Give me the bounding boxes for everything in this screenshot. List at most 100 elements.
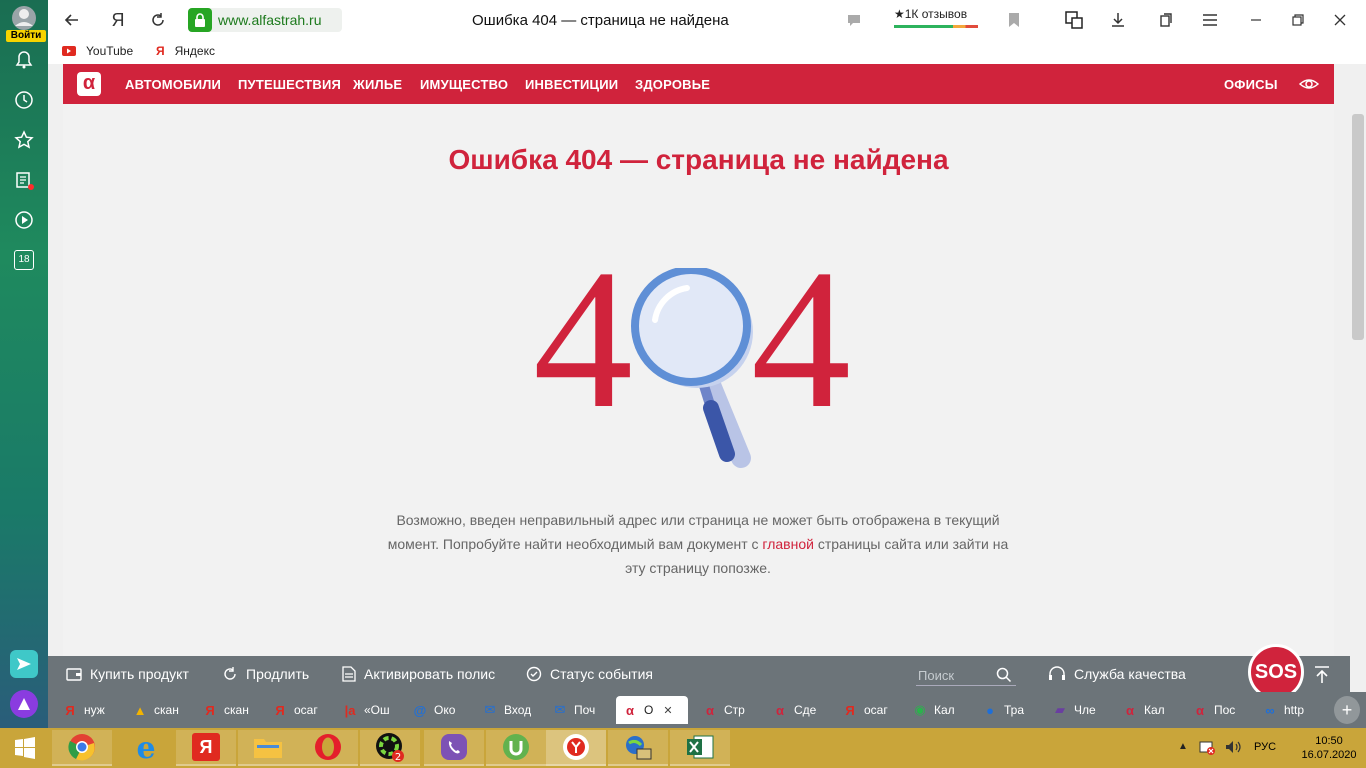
volume-icon[interactable] <box>1224 738 1242 761</box>
browser-tab[interactable]: Яосаг <box>836 696 898 724</box>
send-icon[interactable] <box>10 650 38 678</box>
bell-icon[interactable] <box>12 48 36 72</box>
excel-icon[interactable] <box>670 730 730 766</box>
login-button[interactable]: Войти <box>3 4 46 42</box>
tab-favicon-icon: @ <box>413 702 427 718</box>
nav-item-property[interactable]: ИМУЩЕСТВО <box>420 77 508 92</box>
magnifier-icon <box>631 268 753 468</box>
home-link[interactable]: главной <box>762 536 814 552</box>
browser-tab[interactable]: α Пос <box>1186 696 1248 724</box>
tab-favicon-icon: Я <box>275 702 285 718</box>
lock-icon[interactable] <box>188 8 212 32</box>
alfa-logo[interactable]: α <box>77 72 101 96</box>
calendar-icon[interactable]: 18 <box>12 248 36 272</box>
utorrent-icon[interactable] <box>486 730 546 766</box>
comment-icon[interactable] <box>842 8 866 32</box>
browser-tab[interactable]: α Сде <box>766 696 828 724</box>
error-title: Ошибка 404 — страница не найдена <box>448 144 949 175</box>
star-icon[interactable] <box>12 128 36 152</box>
error-description: Возможно, введен неправильный адрес или … <box>387 512 1009 576</box>
back-icon[interactable] <box>60 8 84 32</box>
search-input[interactable]: Поиск <box>916 664 1016 686</box>
clock[interactable]: 10:50 16.07.2020 <box>1296 734 1362 762</box>
reload-icon[interactable] <box>146 8 170 32</box>
chrome-icon[interactable] <box>52 730 112 766</box>
tab-close-icon[interactable]: ✕ <box>663 704 672 717</box>
browser-tab[interactable]: Януж <box>56 696 118 724</box>
tab-favicon-icon: Я <box>205 702 215 718</box>
renew-button[interactable]: Продлить <box>222 666 309 682</box>
bookmark-icon[interactable] <box>1002 8 1026 32</box>
restore-icon[interactable] <box>1286 8 1310 32</box>
youtube-icon <box>62 46 76 56</box>
browser-tab[interactable]: ✉ Поч <box>546 696 608 724</box>
windows-start-icon[interactable] <box>0 730 50 766</box>
viber-icon[interactable] <box>424 730 484 766</box>
bookmark-yandex[interactable]: Я Яндекс <box>156 44 215 58</box>
browser-tab[interactable]: ● Тра <box>976 696 1038 724</box>
bookmark-youtube[interactable]: YouTube <box>62 44 133 58</box>
address-bar[interactable]: www.alfastrah.ru <box>188 8 342 32</box>
yandex-icon[interactable]: Я <box>106 8 130 32</box>
login-label: Войти <box>6 30 46 42</box>
language-indicator[interactable]: РУС <box>1254 741 1276 753</box>
browser-sidebar: Войти 18 <box>0 0 48 728</box>
browser-tab[interactable]: ▲ скан <box>126 696 188 724</box>
browser-tab[interactable]: ∞ http <box>1256 696 1318 724</box>
scroll-top-icon[interactable] <box>1314 666 1330 689</box>
icq-icon[interactable]: 2 <box>360 730 420 766</box>
browser-tab[interactable]: α Стр <box>696 696 758 724</box>
tab-label: «Ош <box>364 703 390 717</box>
network-tray-icon[interactable] <box>1198 738 1216 761</box>
tab-label: Кал <box>1144 703 1165 717</box>
browser-tab[interactable]: |a «Ош <box>336 696 398 724</box>
yandex-browser-icon[interactable]: Я <box>176 730 236 766</box>
history-icon[interactable] <box>12 88 36 112</box>
new-tab-button[interactable]: + <box>1334 696 1360 724</box>
browser-tab-active[interactable]: α О ✕ <box>616 696 688 724</box>
eye-icon[interactable] <box>1298 75 1320 98</box>
file-explorer-icon[interactable] <box>238 730 298 766</box>
svg-text:2: 2 <box>395 752 401 762</box>
news-icon[interactable] <box>12 168 36 192</box>
activate-policy-button[interactable]: Активировать полис <box>342 666 495 682</box>
nav-item-housing[interactable]: ЖИЛЬЕ <box>353 77 402 92</box>
tab-label: нуж <box>84 703 105 717</box>
browser-tab[interactable]: ▰ Чле <box>1046 696 1108 724</box>
nav-item-investments[interactable]: ИНВЕСТИЦИИ <box>525 77 618 92</box>
nav-item-travel[interactable]: ПУТЕШЕСТВИЯ <box>238 77 341 92</box>
browser-tab[interactable]: ✉ Вход <box>476 696 538 724</box>
rating-bar <box>894 25 978 28</box>
document-icon <box>342 666 356 682</box>
error-404-illustration: 4 4 <box>533 240 873 474</box>
browser-tab[interactable]: Яскан <box>196 696 258 724</box>
tab-label: Око <box>434 703 456 717</box>
minimize-icon[interactable] <box>1244 8 1268 32</box>
download-icon[interactable] <box>1106 8 1130 32</box>
nav-item-health[interactable]: ЗДОРОВЬЕ <box>635 77 710 92</box>
internet-explorer-icon[interactable]: e <box>116 730 176 766</box>
opera-icon[interactable] <box>298 730 358 766</box>
browser-tab[interactable]: ◉ Кал <box>906 696 968 724</box>
event-status-button[interactable]: Статус события <box>526 666 653 682</box>
yandex-browser-active-icon[interactable] <box>546 730 606 766</box>
check-circle-icon <box>526 666 542 682</box>
scrollbar-thumb[interactable] <box>1352 114 1364 340</box>
search-icon[interactable] <box>996 667 1012 683</box>
browser-tab[interactable]: Яосаг <box>266 696 328 724</box>
play-icon[interactable] <box>12 208 36 232</box>
quality-service-button[interactable]: Служба качества <box>1048 666 1186 682</box>
browser-tab[interactable]: @ Око <box>406 696 468 724</box>
collections-icon[interactable] <box>1154 8 1178 32</box>
buy-product-button[interactable]: Купить продукт <box>66 666 189 682</box>
nav-item-offices[interactable]: ОФИСЫ <box>1224 77 1278 92</box>
tab-favicon-icon: |a <box>344 702 356 718</box>
alice-icon[interactable] <box>10 690 38 718</box>
network-globe-icon[interactable] <box>608 730 668 766</box>
nav-item-auto[interactable]: АВТОМОБИЛИ <box>125 77 221 92</box>
close-icon[interactable] <box>1328 8 1352 32</box>
translate-icon[interactable] <box>1062 8 1086 32</box>
tray-arrow-icon[interactable]: ▲ <box>1178 741 1188 752</box>
menu-icon[interactable] <box>1198 8 1222 32</box>
browser-tab[interactable]: α Кал <box>1116 696 1178 724</box>
